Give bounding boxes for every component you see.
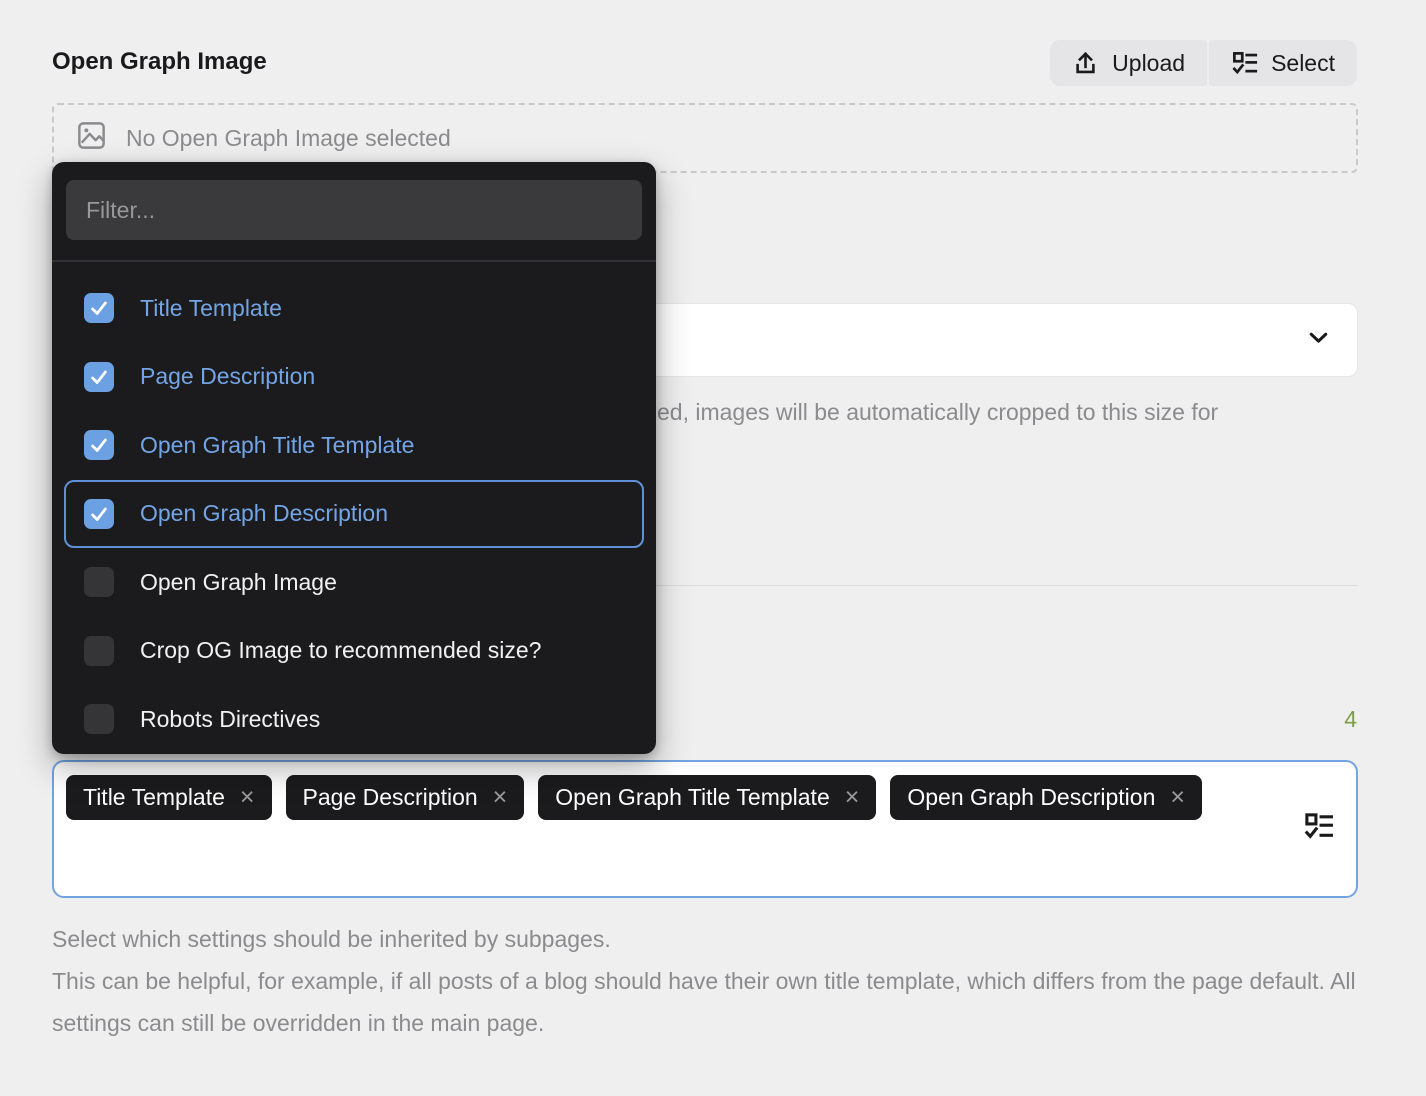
option-label: Open Graph Description	[140, 500, 388, 527]
tag-label: Title Template	[83, 784, 225, 811]
option-og-image[interactable]: Open Graph Image	[64, 548, 644, 617]
tag-title-template[interactable]: Title Template ×	[66, 775, 272, 820]
option-label: Open Graph Image	[140, 569, 337, 596]
select-button-label: Select	[1271, 50, 1335, 77]
option-robots-directives[interactable]: Robots Directives	[64, 685, 644, 754]
option-label: Title Template	[140, 295, 282, 322]
selected-count-badge: 4	[1344, 706, 1357, 733]
tag-og-description[interactable]: Open Graph Description ×	[890, 775, 1202, 820]
tag-label: Page Description	[303, 784, 478, 811]
upload-icon	[1072, 50, 1099, 77]
option-label: Page Description	[140, 363, 315, 390]
filter-input[interactable]	[66, 180, 642, 240]
checkbox-unchecked-icon[interactable]	[84, 704, 114, 734]
chevron-down-icon	[1304, 323, 1333, 357]
checkbox-checked-icon[interactable]	[84, 362, 114, 392]
dropdown-options-list: Title Template Page Description Open Gra…	[52, 274, 656, 754]
help-line-1: Select which settings should be inherite…	[52, 918, 1362, 960]
remove-tag-icon[interactable]: ×	[845, 785, 860, 810]
asset-actions-button-group: Upload Select	[1050, 40, 1357, 86]
inherit-settings-field[interactable]: Title Template × Page Description × Open…	[52, 760, 1358, 898]
image-icon	[76, 120, 107, 157]
upload-button-label: Upload	[1112, 50, 1185, 77]
option-label: Open Graph Title Template	[140, 432, 414, 459]
option-label: Crop OG Image to recommended size?	[140, 637, 541, 664]
tag-page-description[interactable]: Page Description ×	[286, 775, 525, 820]
checklist-icon	[1231, 50, 1258, 77]
remove-tag-icon[interactable]: ×	[240, 785, 255, 810]
tag-label: Open Graph Title Template	[555, 784, 829, 811]
help-line-2: This can be helpful, for example, if all…	[52, 960, 1362, 1044]
option-crop-og-image[interactable]: Crop OG Image to recommended size?	[64, 617, 644, 686]
crop-hint-text: ed, images will be automatically cropped…	[657, 399, 1417, 426]
checklist-icon[interactable]	[1303, 811, 1334, 847]
option-og-description[interactable]: Open Graph Description	[64, 480, 644, 549]
og-image-placeholder-text: No Open Graph Image selected	[126, 125, 451, 152]
page-title: Open Graph Image	[52, 48, 267, 76]
tag-og-title-template[interactable]: Open Graph Title Template ×	[538, 775, 876, 820]
option-page-description[interactable]: Page Description	[64, 343, 644, 412]
settings-filter-dropdown: Title Template Page Description Open Gra…	[52, 162, 656, 754]
remove-tag-icon[interactable]: ×	[1170, 785, 1185, 810]
checkbox-checked-icon[interactable]	[84, 499, 114, 529]
upload-button[interactable]: Upload	[1050, 40, 1207, 86]
remove-tag-icon[interactable]: ×	[493, 785, 508, 810]
option-label: Robots Directives	[140, 706, 320, 733]
checkbox-unchecked-icon[interactable]	[84, 567, 114, 597]
dropdown-divider	[52, 260, 656, 262]
option-title-template[interactable]: Title Template	[64, 274, 644, 343]
option-og-title-template[interactable]: Open Graph Title Template	[64, 411, 644, 480]
inherit-settings-help-text: Select which settings should be inherite…	[52, 918, 1362, 1044]
select-button[interactable]: Select	[1209, 40, 1357, 86]
checkbox-checked-icon[interactable]	[84, 430, 114, 460]
checkbox-unchecked-icon[interactable]	[84, 636, 114, 666]
checkbox-checked-icon[interactable]	[84, 293, 114, 323]
tag-label: Open Graph Description	[907, 784, 1155, 811]
